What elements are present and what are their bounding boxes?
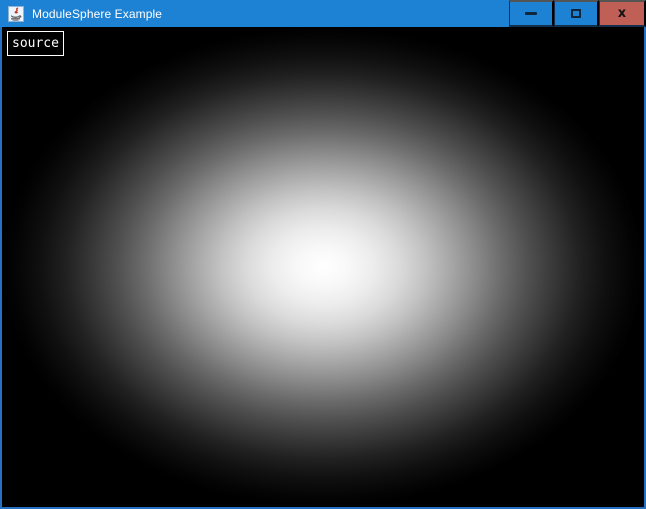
minimize-icon	[525, 12, 537, 15]
window-title: ModuleSphere Example	[32, 7, 162, 21]
java-coffee-cup-icon	[8, 6, 24, 22]
window-controls: x	[509, 0, 646, 27]
maximize-icon	[571, 9, 581, 18]
close-icon: x	[618, 7, 626, 20]
source-label: source	[7, 31, 64, 56]
maximize-button[interactable]	[554, 0, 599, 27]
close-button[interactable]: x	[599, 0, 646, 27]
minimize-button[interactable]	[509, 0, 554, 27]
titlebar[interactable]: ModuleSphere Example x	[0, 0, 646, 27]
render-viewport[interactable]: source	[0, 27, 646, 509]
application-window: ModuleSphere Example x source	[0, 0, 646, 509]
